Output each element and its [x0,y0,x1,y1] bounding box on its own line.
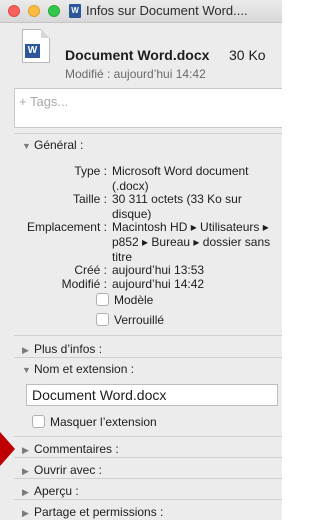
disclosure-expanded-icon: ▼ [22,141,31,151]
section-name-extension-header[interactable]: ▼ Nom et extension : [22,362,134,376]
divider [14,478,282,479]
file-name-field[interactable]: Document Word.docx [26,384,278,406]
modified-value: aujourd’hui 14:42 [112,277,205,291]
window-title: Infos sur Document Word.... [86,3,248,18]
annotation-arrow-icon [0,432,15,466]
disclosure-collapsed-icon: ▶ [22,345,29,355]
section-comments-header[interactable]: ▶ Commentaires : [22,442,119,456]
hide-extension-label: Masquer l’extension [50,415,157,429]
close-button[interactable] [8,5,20,17]
tags-placeholder: + Tags... [19,94,69,109]
disclosure-collapsed-icon: ▶ [22,445,29,455]
section-open-with-header[interactable]: ▶ Ouvrir avec : [22,463,102,477]
section-open-with-label: Ouvrir avec : [34,463,103,477]
created-label: Créé : [74,263,107,277]
section-preview-header[interactable]: ▶ Aperçu : [22,484,79,498]
modified-label: Modifié : [61,277,107,291]
location-value: Macintosh HD ▸ Utilisateurs ▸ p852 ▸ Bur… [112,220,271,264]
created-value: aujourd’hui 13:53 [112,263,205,277]
disclosure-collapsed-icon: ▶ [22,508,29,518]
divider [14,457,282,458]
divider [14,357,282,358]
divider [14,335,282,336]
word-document-icon: W [69,4,81,18]
info-window: W Infos sur Document Word.... W Document… [0,0,282,520]
template-checkbox-label: Modèle [114,293,154,307]
file-header: W Document Word.docx 30 Ko Modifié : auj… [0,23,282,85]
word-file-icon: W [22,29,50,63]
file-size: 30 Ko [229,47,266,63]
hide-extension-checkbox-row[interactable]: Masquer l’extension [32,415,157,429]
file-name: Document Word.docx [65,47,210,63]
divider [14,133,282,134]
section-more-info-header[interactable]: ▶ Plus d’infos : [22,342,102,356]
divider [14,436,282,437]
template-checkbox-row[interactable]: Modèle [96,293,153,307]
tags-input[interactable]: + Tags... [14,88,282,128]
locked-checkbox-label: Verrouillé [114,313,165,327]
locked-checkbox[interactable] [96,313,109,326]
type-value: Microsoft Word document (.docx) [112,164,249,193]
file-modified: Modifié : aujourd’hui 14:42 [65,67,206,81]
size-label: Taille : [72,192,107,206]
section-sharing-header[interactable]: ▶ Partage et permissions : [22,505,163,519]
section-general-label: Général : [34,138,84,152]
locked-checkbox-row[interactable]: Verrouillé [96,313,164,327]
section-sharing-label: Partage et permissions : [34,505,164,519]
template-checkbox[interactable] [96,293,109,306]
section-preview-label: Aperçu : [34,484,79,498]
minimize-button[interactable] [28,5,40,17]
hide-extension-checkbox[interactable] [32,415,45,428]
word-badge: W [25,44,40,58]
size-value: 30 311 octets (33 Ko sur disque) [112,192,242,221]
title-bar[interactable]: W Infos sur Document Word.... [0,0,282,23]
disclosure-expanded-icon: ▼ [22,365,31,375]
type-label: Type : [74,164,107,178]
zoom-button[interactable] [48,5,60,17]
disclosure-collapsed-icon: ▶ [22,487,29,497]
section-general-header[interactable]: ▼ Général : [22,138,83,152]
divider [14,499,282,500]
disclosure-collapsed-icon: ▶ [22,466,29,476]
section-more-info-label: Plus d’infos : [34,342,103,356]
section-name-extension-label: Nom et extension : [34,362,135,376]
section-comments-label: Commentaires : [34,442,119,456]
location-label: Emplacement : [26,220,107,234]
